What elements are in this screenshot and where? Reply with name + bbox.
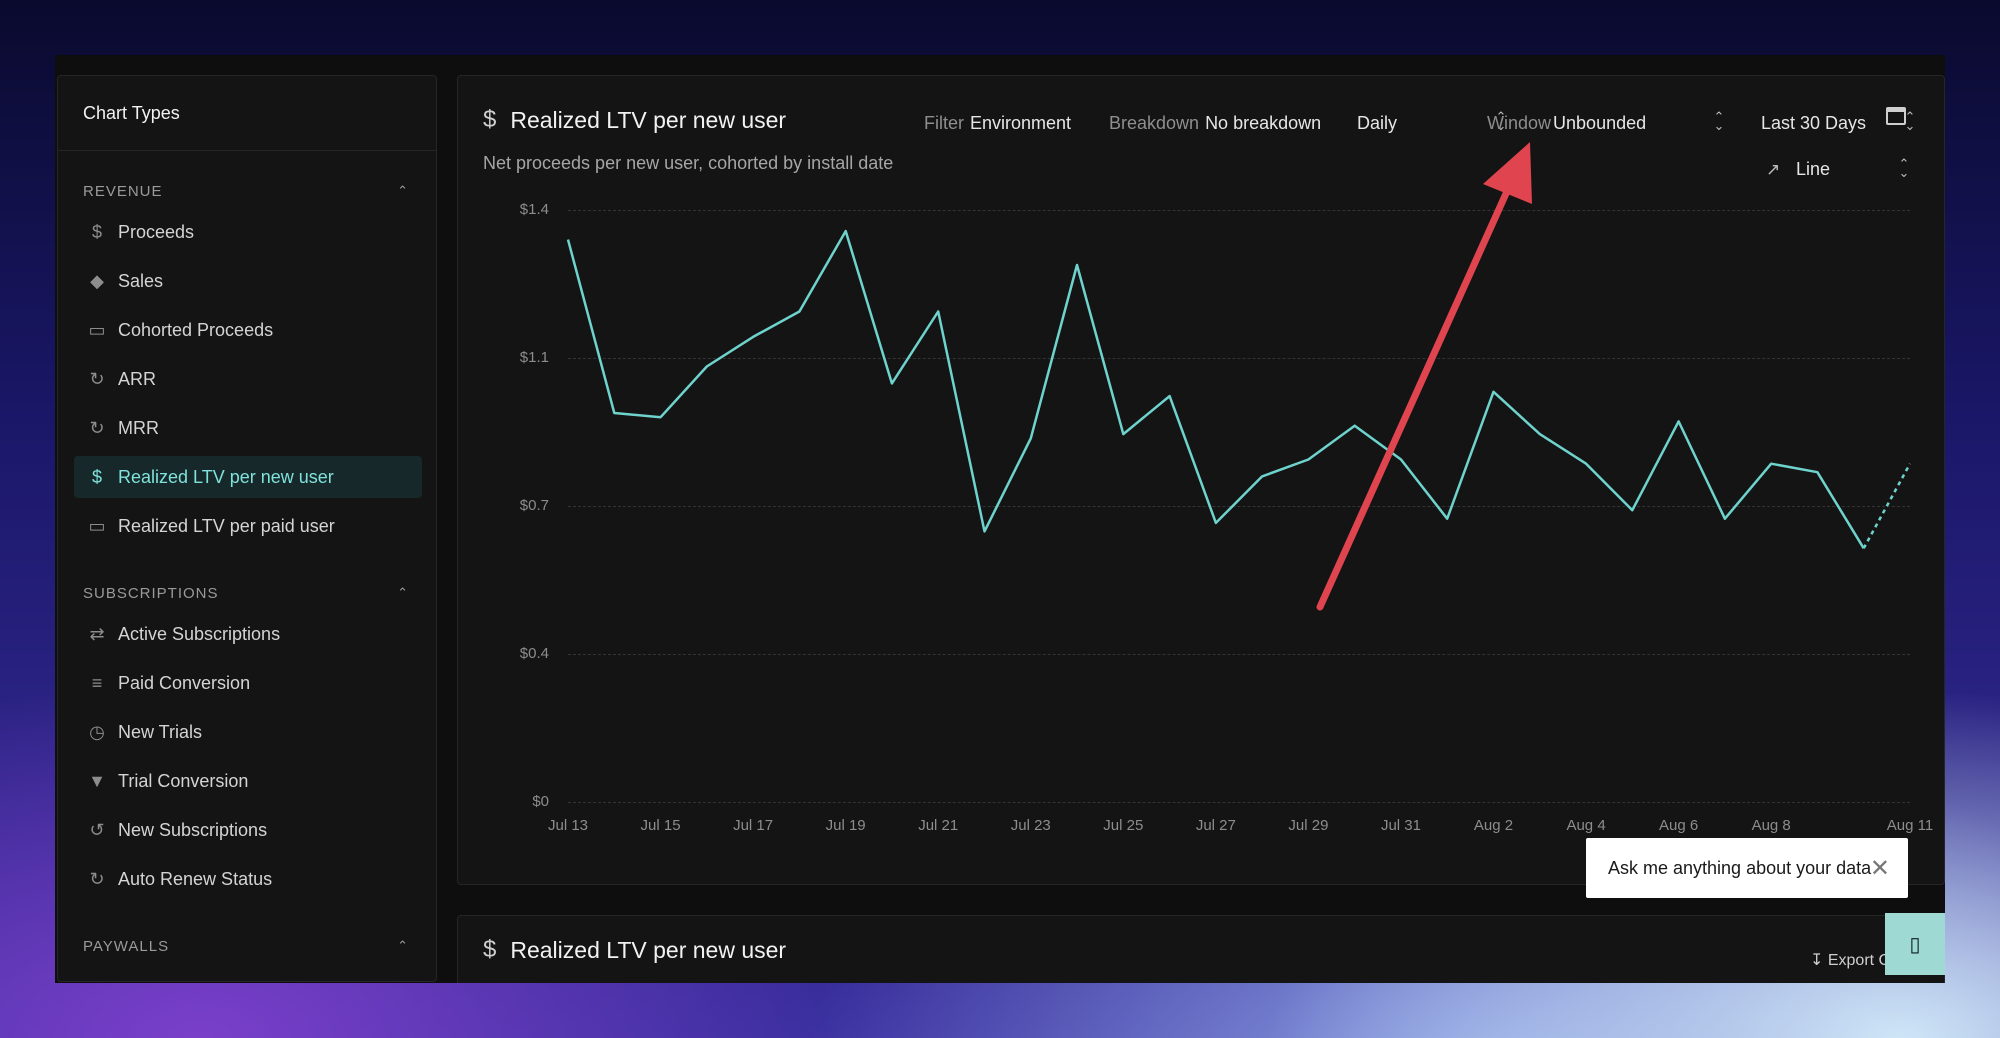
chat-button[interactable]: ▯ bbox=[1885, 913, 1945, 975]
chat-icon: ▯ bbox=[1909, 933, 1921, 956]
assistant-prompt-text: Ask me anything about your data bbox=[1608, 857, 1872, 878]
close-icon[interactable]: ✕ bbox=[1870, 854, 1890, 883]
assistant-prompt-popup[interactable]: Ask me anything about your data ✕ bbox=[1586, 838, 1908, 898]
arrow-shaft bbox=[1316, 174, 1517, 611]
